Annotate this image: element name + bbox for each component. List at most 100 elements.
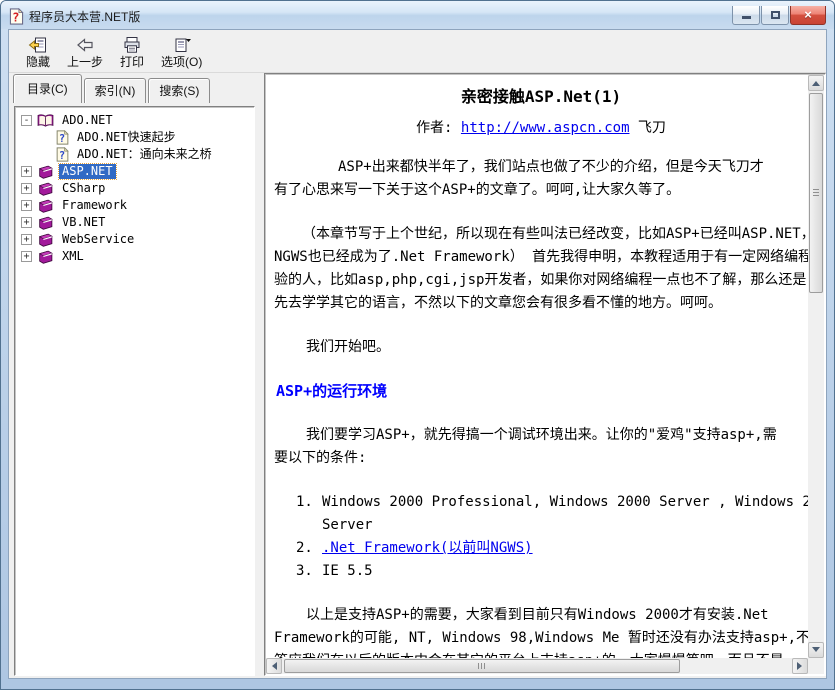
- vertical-scroll-thumb[interactable]: [809, 93, 823, 293]
- tree-item-label: CSharp: [59, 181, 108, 196]
- tree-item-ado-net[interactable]: - ADO.NET: [19, 112, 252, 129]
- text-line: 要以下的条件:: [274, 447, 808, 470]
- app-help-icon: [9, 8, 24, 25]
- closed-book-icon: [37, 165, 54, 179]
- tab-index[interactable]: 索引(N): [84, 78, 147, 103]
- expand-icon[interactable]: +: [21, 166, 32, 177]
- tree-item-label: VB.NET: [59, 215, 108, 230]
- text-line: 先去学学其它的语言，不然以下的文章您会有很多看不懂的地方。呵呵。: [274, 292, 808, 315]
- tab-contents[interactable]: 目录(C): [13, 74, 82, 103]
- closed-book-icon: [37, 216, 54, 230]
- closed-book-icon: [37, 233, 54, 247]
- closed-book-icon: [37, 182, 54, 196]
- scrollbar-corner: [808, 658, 824, 674]
- main-frame: 隐藏 上一步 打印 选项(O) 目录(C) 索引(N) 搜索(S) -: [8, 29, 827, 679]
- hide-button[interactable]: 隐藏: [15, 31, 61, 71]
- tree-item-asp-net[interactable]: + ASP.NET: [19, 163, 252, 180]
- text-line: ASP+出来都快半年了，我们站点也做了不少的介绍，但是今天飞刀才: [274, 156, 808, 179]
- paragraph-3: 我们开始吧。: [274, 336, 808, 359]
- open-book-icon: [37, 114, 54, 128]
- list-number: 2.: [296, 537, 322, 560]
- print-button[interactable]: 打印: [109, 31, 155, 71]
- tree-item-webservice[interactable]: + WebService: [19, 231, 252, 248]
- author-name: 飞刀: [630, 120, 666, 136]
- tree-item-label: ADO.NET: [59, 113, 116, 128]
- article: 亲密接触ASP.Net(1) 作者: http://www.aspcn.com …: [266, 75, 808, 658]
- tree-item-label: ADO.NET快速起步: [74, 130, 179, 145]
- paragraph-5: 以上是支持ASP+的需要，大家看到目前只有Windows 2000才有安装.Ne…: [274, 604, 808, 658]
- tree-item-framework[interactable]: + Framework: [19, 197, 252, 214]
- tree-item-label: XML: [59, 249, 87, 264]
- scroll-down-button[interactable]: [808, 642, 824, 658]
- horizontal-scroll-thumb[interactable]: [284, 659, 680, 673]
- navigation-tabs: 目录(C) 索引(N) 搜索(S): [13, 77, 212, 103]
- maximize-icon: [771, 11, 780, 19]
- list-item-text: Windows 2000 Professional, Windows 2000 …: [322, 491, 808, 514]
- options-button[interactable]: 选项(O): [155, 31, 208, 71]
- tree-item-label: ADO.NET：通向未来之桥: [74, 147, 215, 162]
- scroll-left-button[interactable]: [266, 658, 282, 674]
- horizontal-scrollbar[interactable]: [266, 658, 808, 674]
- author-site-link[interactable]: http://www.aspcn.com: [461, 120, 630, 136]
- hide-button-label: 隐藏: [26, 56, 50, 68]
- list-item-text: IE 5.5: [322, 560, 373, 583]
- hide-panel-icon: [28, 35, 48, 55]
- text-line: 以上是支持ASP+的需要，大家看到目前只有Windows 2000才有安装.Ne…: [274, 604, 808, 627]
- toolbar: 隐藏 上一步 打印 选项(O): [9, 30, 826, 73]
- expand-icon[interactable]: +: [21, 251, 32, 262]
- topic-pane: 亲密接触ASP.Net(1) 作者: http://www.aspcn.com …: [264, 73, 826, 676]
- tree-item-label: WebService: [59, 232, 137, 247]
- text-line: 有了心思来写一下关于这个ASP+的文章了。呵呵,让大家久等了。: [274, 179, 808, 202]
- back-button[interactable]: 上一步: [61, 31, 109, 71]
- help-viewer-window: 程序员大本营.NET版 × 隐藏 上一步 打印 选项(O): [0, 0, 835, 690]
- list-item-3: 3. IE 5.5: [274, 560, 808, 583]
- print-button-label: 打印: [120, 56, 144, 68]
- close-button[interactable]: ×: [790, 6, 826, 25]
- minimize-button[interactable]: [732, 6, 760, 25]
- tree-item-csharp[interactable]: + CSharp: [19, 180, 252, 197]
- titlebar: 程序员大本营.NET版 ×: [1, 1, 834, 29]
- scroll-right-button[interactable]: [792, 658, 808, 674]
- requirements-list: 1. Windows 2000 Professional, Windows 20…: [274, 491, 808, 583]
- expand-icon[interactable]: +: [21, 200, 32, 211]
- window-title: 程序员大本营.NET版: [29, 8, 731, 25]
- text-line: NGWS也已经成为了.Net Framework） 首先我得申明，本教程适用于有…: [274, 246, 808, 269]
- tab-search[interactable]: 搜索(S): [148, 78, 210, 103]
- options-button-label: 选项(O): [161, 56, 202, 68]
- paragraph-4: 我们要学习ASP+，就先得搞一个调试环境出来。让你的"爱鸡"支持asp+,需 要…: [274, 424, 808, 470]
- text-line: 答应我们在以后的版本中会在其它的平台上支持asp+的，大家慢慢等吧。而且不是: [274, 650, 808, 658]
- back-arrow-icon: [75, 35, 95, 55]
- expand-icon[interactable]: +: [21, 234, 32, 245]
- paragraph-1: ASP+出来都快半年了，我们站点也做了不少的介绍，但是今天飞刀才 有了心思来写一…: [274, 156, 808, 202]
- printer-icon: [122, 35, 142, 55]
- tree-item-xml[interactable]: + XML: [19, 248, 252, 265]
- text-line: 我们要学习ASP+，就先得搞一个调试环境出来。让你的"爱鸡"支持asp+,需: [274, 424, 808, 447]
- arrow-right-icon: [797, 662, 806, 670]
- contents-tree: - ADO.NET ADO.NET快速起步 ADO.NET：通向未来之桥 + A…: [14, 106, 255, 676]
- dotnet-framework-link[interactable]: .Net Framework(以前叫NGWS): [322, 537, 533, 560]
- closed-book-icon: [37, 250, 54, 264]
- tree-item-label: Framework: [59, 198, 130, 213]
- close-icon: ×: [804, 8, 812, 21]
- expand-icon[interactable]: +: [21, 217, 32, 228]
- text-line: （本章节写于上个世纪，所以现在有些叫法已经改变，比如ASP+已经叫ASP.NET…: [274, 223, 808, 246]
- arrow-left-icon: [268, 662, 277, 670]
- text-line: 我们开始吧。: [274, 336, 808, 359]
- minimize-icon: [742, 16, 751, 19]
- vertical-scrollbar[interactable]: [808, 75, 824, 658]
- expand-icon[interactable]: +: [21, 183, 32, 194]
- arrow-up-icon: [812, 77, 820, 86]
- list-item-1: 1. Windows 2000 Professional, Windows 20…: [274, 491, 808, 514]
- collapse-icon[interactable]: -: [21, 115, 32, 126]
- text-line: Framework的可能, NT, Windows 98,Windows Me …: [274, 627, 808, 650]
- maximize-button[interactable]: [761, 6, 789, 25]
- tree-item-ado-net-quickstart[interactable]: ADO.NET快速起步: [19, 129, 252, 146]
- closed-book-icon: [37, 199, 54, 213]
- author-line: 作者: http://www.aspcn.com 飞刀: [274, 117, 808, 140]
- text-line: 验的人，比如asp,php,cgi,jsp开发者，如果你对网络编程一点也不了解，…: [274, 269, 808, 292]
- tree-item-vb-net[interactable]: + VB.NET: [19, 214, 252, 231]
- tree-item-ado-net-bridge[interactable]: ADO.NET：通向未来之桥: [19, 146, 252, 163]
- scroll-up-button[interactable]: [808, 75, 824, 91]
- article-title: 亲密接触ASP.Net(1): [274, 85, 808, 108]
- arrow-down-icon: [812, 647, 820, 656]
